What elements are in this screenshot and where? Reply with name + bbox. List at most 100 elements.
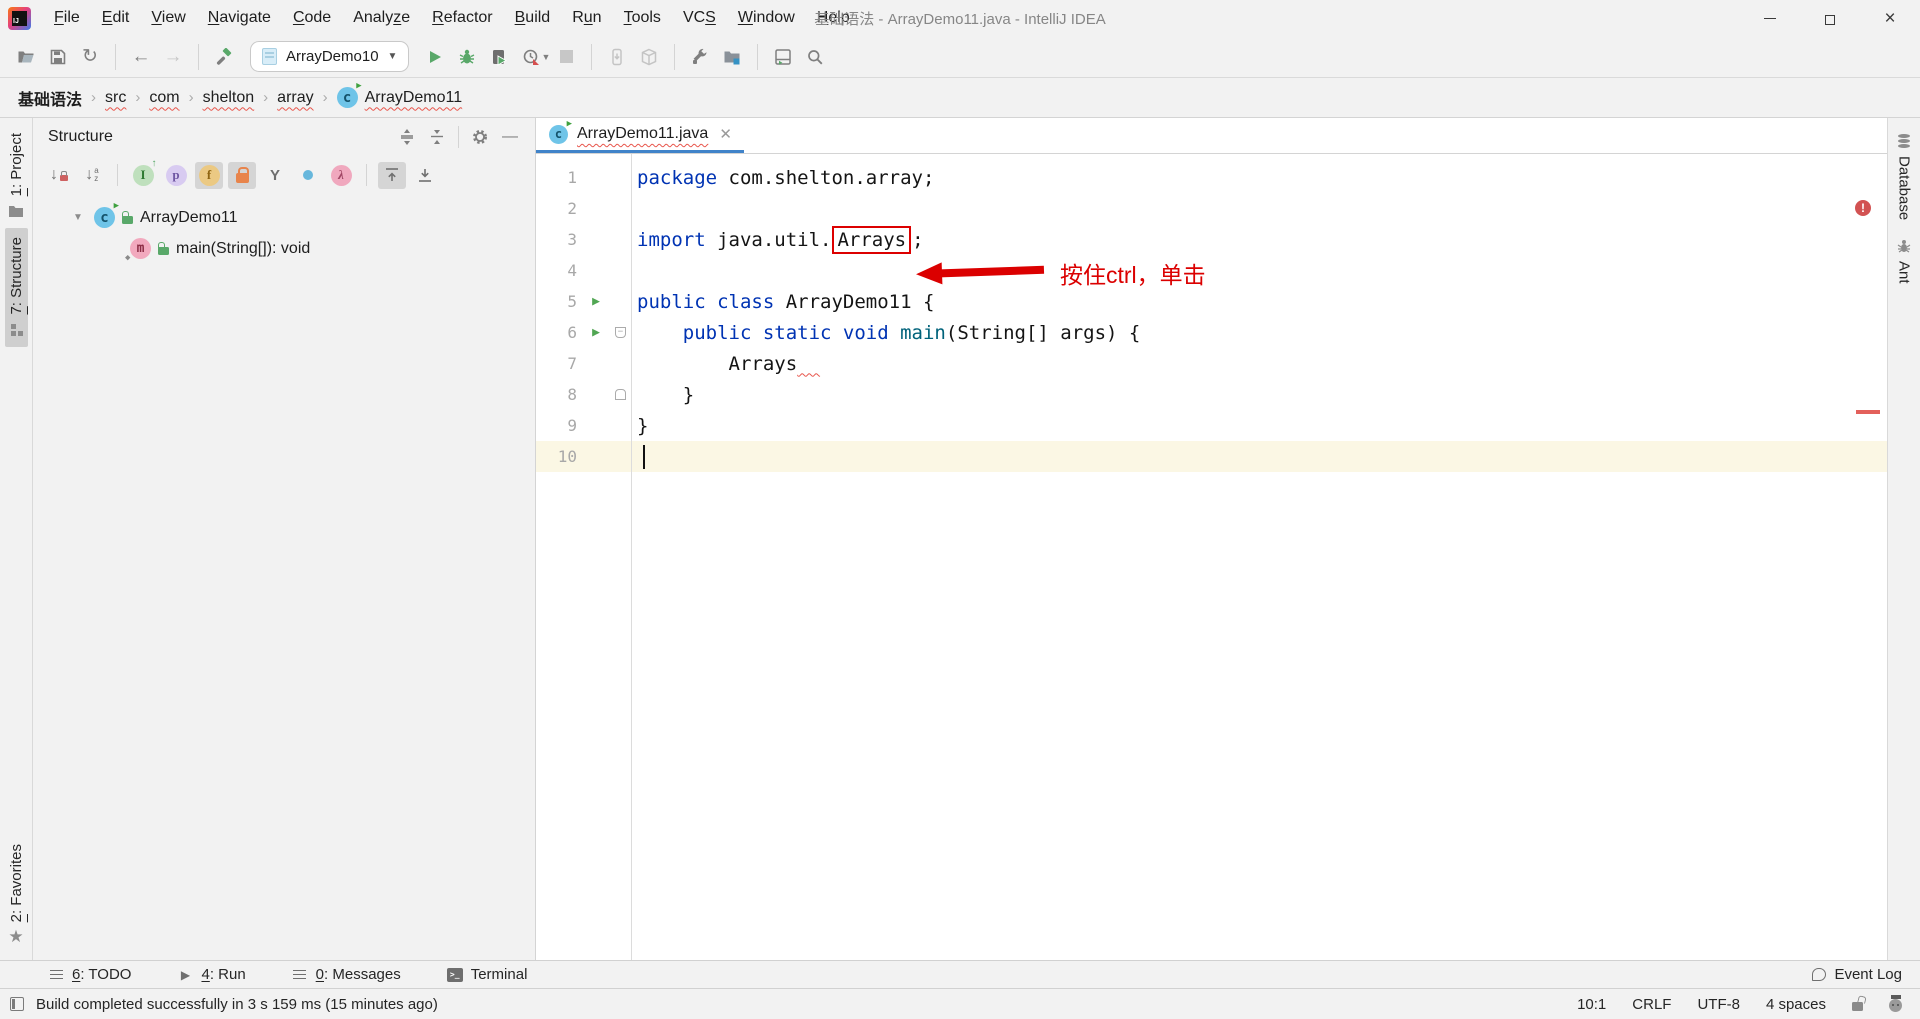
menu-navigate[interactable]: Navigate xyxy=(197,4,282,32)
code-line-10[interactable]: 10 xyxy=(536,441,1887,472)
error-indicator-icon[interactable] xyxy=(1855,200,1871,216)
tool-tab-1-project[interactable]: 1: Project xyxy=(5,124,28,228)
structure-settings-button[interactable] xyxy=(465,124,495,150)
code-line-2[interactable]: 2 xyxy=(536,193,1887,224)
run-with-coverage-button[interactable] xyxy=(483,42,515,72)
project-structure-button[interactable] xyxy=(716,42,748,72)
code-line-1[interactable]: 1 package com.shelton.array; xyxy=(536,162,1887,193)
tool-window-toggle-icon[interactable] xyxy=(10,997,24,1011)
run-line-icon[interactable]: ▶ xyxy=(592,294,600,309)
settings-button[interactable] xyxy=(684,42,716,72)
line-number[interactable]: 8 xyxy=(536,385,582,404)
profiler-dropdown-icon[interactable]: ▼ xyxy=(541,52,550,62)
tool-tab-database[interactable]: Database xyxy=(1893,124,1916,229)
code-line-8[interactable]: 8 } xyxy=(536,379,1887,410)
toolwindow-button-6-todo[interactable]: 6: TODO xyxy=(48,966,131,983)
run-line-icon[interactable]: ▶ xyxy=(592,325,600,340)
stop-button[interactable] xyxy=(550,42,582,72)
line-number[interactable]: 7 xyxy=(536,354,582,373)
menu-file[interactable]: File xyxy=(43,4,91,32)
line-number[interactable]: 10 xyxy=(536,447,582,466)
breadcrumb-project[interactable]: 基础语法 xyxy=(16,84,84,112)
forward-button[interactable]: → xyxy=(157,42,189,72)
error-stripe-mark[interactable] xyxy=(1856,410,1880,414)
line-number[interactable]: 9 xyxy=(536,416,582,435)
show-non-public-button[interactable] xyxy=(228,161,256,189)
collapse-all-button[interactable] xyxy=(422,124,452,150)
line-number[interactable]: 6 xyxy=(536,323,582,342)
synchronize-button[interactable]: ↻ xyxy=(74,42,106,72)
code-line-4[interactable]: 4 xyxy=(536,255,1887,286)
chevron-down-icon[interactable]: ▼ xyxy=(73,212,87,223)
indent-setting[interactable]: 4 spaces xyxy=(1766,996,1826,1013)
open-project-button[interactable] xyxy=(10,42,42,72)
menu-run[interactable]: Run xyxy=(561,4,612,32)
file-encoding[interactable]: UTF-8 xyxy=(1697,996,1740,1013)
close-button[interactable]: × xyxy=(1860,0,1920,36)
code-line-5[interactable]: 5 ▶ public class ArrayDemo11 { xyxy=(536,286,1887,317)
tool-windows-button[interactable] xyxy=(767,42,799,72)
show-properties-button[interactable]: p xyxy=(162,162,190,189)
structure-node-arraydemo11[interactable]: ▼cArrayDemo11 xyxy=(33,201,535,233)
line-number[interactable]: 1 xyxy=(536,168,582,187)
minimize-button[interactable] xyxy=(1740,0,1800,36)
menu-analyze[interactable]: Analyze xyxy=(342,4,421,32)
close-tab-icon[interactable]: ✕ xyxy=(717,125,734,143)
show-lambdas-button[interactable]: λ xyxy=(327,162,355,189)
line-number[interactable]: 2 xyxy=(536,199,582,218)
tool-tab-2-favorites[interactable]: 2: Favorites ★ xyxy=(5,835,28,954)
run-button[interactable] xyxy=(419,42,451,72)
code-line-9[interactable]: 9} xyxy=(536,410,1887,441)
tool-tab-7-structure[interactable]: 7: Structure xyxy=(4,228,28,347)
ide-status-icon[interactable] xyxy=(1889,995,1902,1012)
menu-tools[interactable]: Tools xyxy=(613,4,672,32)
menu-vcs[interactable]: VCS xyxy=(672,4,727,32)
line-number[interactable]: 3 xyxy=(536,230,582,249)
menu-view[interactable]: View xyxy=(140,4,196,32)
autoscroll-to-source-button[interactable] xyxy=(378,161,406,189)
menu-window[interactable]: Window xyxy=(727,4,806,32)
structure-node-main-string-void[interactable]: mmain(String[]): void xyxy=(33,233,535,264)
commit-button[interactable] xyxy=(633,42,665,72)
fold-start-icon[interactable]: − xyxy=(615,327,626,338)
save-all-button[interactable] xyxy=(42,42,74,72)
code-line-6[interactable]: 6 ▶ − public static void main(String[] arg… xyxy=(536,317,1887,348)
write-access-icon[interactable] xyxy=(1852,1002,1863,1011)
editor-tab[interactable]: c ArrayDemo11.java ✕ xyxy=(536,118,744,153)
caret-position[interactable]: 10:1 xyxy=(1577,996,1606,1013)
toolwindow-button-terminal[interactable]: Terminal xyxy=(446,966,527,983)
line-number[interactable]: 5 xyxy=(536,292,582,311)
sort-by-visibility-button[interactable]: ↓ xyxy=(45,162,73,189)
fold-end-icon[interactable] xyxy=(615,389,626,400)
line-number[interactable]: 4 xyxy=(536,261,582,280)
tool-tab-ant[interactable]: Ant xyxy=(1893,229,1916,293)
build-project-button[interactable] xyxy=(208,42,240,72)
breadcrumb-item-src[interactable]: src xyxy=(103,87,128,109)
line-ending[interactable]: CRLF xyxy=(1632,996,1671,1013)
search-everywhere-button[interactable] xyxy=(799,42,831,72)
breadcrumb-class[interactable]: cArrayDemo11 xyxy=(335,81,465,110)
menu-refactor[interactable]: Refactor xyxy=(421,4,503,32)
debug-button[interactable] xyxy=(451,42,483,72)
group-methods-button[interactable]: Y xyxy=(261,162,289,189)
menu-build[interactable]: Build xyxy=(504,4,562,32)
code-line-3[interactable]: 3 import java.util. Arrays; xyxy=(536,224,1887,255)
show-fields-button[interactable]: f xyxy=(195,161,223,189)
show-anonymous-button[interactable] xyxy=(294,162,322,189)
code-line-7[interactable]: 7 Arrays xyxy=(536,348,1887,379)
back-button[interactable]: ← xyxy=(125,42,157,72)
toolwindow-button-0-messages[interactable]: 0: Messages xyxy=(292,966,401,983)
menu-code[interactable]: Code xyxy=(282,4,342,32)
expand-all-button[interactable] xyxy=(392,124,422,150)
toolwindow-button-4-run[interactable]: ▶ 4: Run xyxy=(177,966,246,983)
menu-edit[interactable]: Edit xyxy=(91,4,141,32)
autoscroll-from-source-button[interactable] xyxy=(411,162,439,189)
code-editor[interactable]: 1 package com.shelton.array; 2 3 import java… xyxy=(536,154,1887,960)
maximize-button[interactable] xyxy=(1800,0,1860,36)
sort-alphabetically-button[interactable]: ↓ a z xyxy=(78,162,106,189)
update-project-button[interactable] xyxy=(601,42,633,72)
toolwindow-button-event-log[interactable]: Event Log xyxy=(1812,966,1902,983)
show-inherited-button[interactable]: I xyxy=(129,158,157,189)
breadcrumb-item-com[interactable]: com xyxy=(147,87,181,109)
breadcrumb-item-array[interactable]: array xyxy=(275,87,315,109)
